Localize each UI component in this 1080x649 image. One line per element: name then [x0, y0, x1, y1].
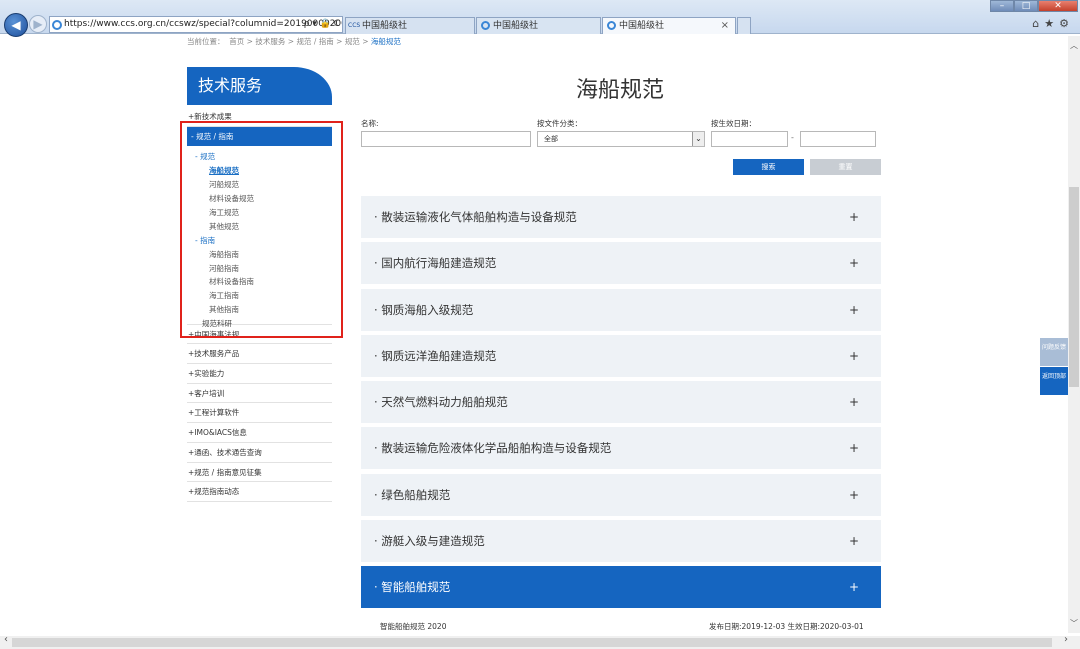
sidebar-item[interactable]: +IMO&IACS信息 [187, 423, 332, 443]
sidebar-item[interactable]: +通函、技术通告查询 [187, 443, 332, 463]
breadcrumb-item[interactable]: 规范 / 指南 [296, 37, 333, 46]
browser-toolbar-icons: ⌂★⚙ [1032, 17, 1074, 30]
breadcrumb-item[interactable]: 规范 [345, 37, 360, 46]
accordion-item[interactable]: · 钢质远洋渔船建造规范 + [361, 335, 881, 377]
accordion-item[interactable]: · 天然气燃料动力船舶规范 + [361, 381, 881, 423]
plus-icon[interactable]: + [849, 520, 859, 562]
tab-label: 中国船级社 [619, 21, 665, 31]
scroll-right-icon[interactable]: › [1064, 634, 1068, 645]
horizontal-scroll-thumb[interactable] [12, 638, 1052, 647]
maximize-button[interactable]: □ [1014, 0, 1038, 12]
date-end-input[interactable] [800, 131, 876, 147]
plus-icon[interactable]: + [849, 566, 859, 608]
tab-label: 中国船级社 [493, 21, 539, 31]
accordion-label: · 国内航行海船建造规范 [374, 256, 497, 270]
page-title: 海船规范 [575, 78, 664, 103]
plus-icon[interactable]: + [849, 242, 859, 284]
accordion-item[interactable]: · 国内航行海船建造规范 + [361, 242, 881, 284]
breadcrumb-sep: > [246, 37, 253, 46]
scroll-left-icon[interactable]: ‹ [4, 634, 8, 645]
scroll-up-icon[interactable]: ︿ [1068, 40, 1080, 51]
sidebar-item[interactable]: +工程计算软件 [187, 403, 332, 424]
accordion-label: · 绿色船舶规范 [374, 488, 451, 502]
breadcrumb: 当前位置： 首页 > 技术服务 > 规范 / 指南 > 规范 > 海船规范 [187, 36, 401, 47]
accordion-item[interactable]: · 散装运输液化气体船舶构造与设备规范 + [361, 196, 881, 238]
breadcrumb-current: 海船规范 [370, 37, 401, 46]
chevron-down-icon[interactable]: ⌄ [692, 132, 704, 146]
breadcrumb-sep: > [287, 37, 295, 46]
sidebar-header: 技术服务 [187, 67, 332, 105]
accordion-item[interactable]: · 游艇入级与建造规范 + [361, 520, 881, 562]
plus-icon[interactable]: + [849, 427, 859, 469]
favorites-star-icon[interactable]: ★ [1044, 17, 1059, 30]
ie-icon [481, 21, 490, 30]
minimize-button[interactable]: – [990, 0, 1014, 12]
feedback-button[interactable]: 问题反馈 [1040, 338, 1068, 366]
accordion-label: · 智能船舶规范 [374, 580, 451, 594]
category-select[interactable]: 全部 ⌄ [537, 131, 705, 147]
ie-icon [607, 21, 616, 30]
ccs-logo-icon: CCS [348, 22, 361, 29]
accordion-label: · 散装运输危险液体化学品船舶构造与设备规范 [374, 441, 612, 455]
accordion-item[interactable]: · 钢质海船入级规范 + [361, 289, 881, 331]
plus-icon[interactable]: + [849, 196, 859, 238]
accordion-label: · 钢质远洋渔船建造规范 [374, 349, 497, 363]
accordion-item[interactable]: · 散装运输危险液体化学品船舶构造与设备规范 + [361, 427, 881, 469]
address-tools[interactable]: ρ ▾ 🔒 C [304, 17, 340, 32]
address-bar[interactable]: https://www.ccs.org.cn/ccswz/special?col… [49, 16, 343, 33]
scroll-down-icon[interactable]: ﹀ [1068, 618, 1080, 629]
window-close-button[interactable]: ✕ [1038, 0, 1078, 12]
accordion-label: · 钢质海船入级规范 [374, 303, 474, 317]
category-value: 全部 [544, 135, 558, 143]
browser-tab-1[interactable]: CCS 中国船级社 [345, 17, 475, 34]
new-tab-button[interactable] [737, 17, 751, 34]
name-input[interactable] [361, 131, 531, 147]
tab-label: 中国船级社 [362, 21, 408, 31]
plus-icon[interactable]: + [849, 335, 859, 377]
reset-button[interactable]: 重置 [810, 159, 881, 175]
close-tab-icon[interactable]: × [721, 18, 729, 34]
plus-icon[interactable]: + [849, 474, 859, 516]
vertical-scroll-thumb[interactable] [1069, 187, 1079, 387]
date-label: 按生效日期： [711, 119, 756, 128]
forward-button[interactable]: ▶ [29, 15, 47, 33]
back-button[interactable]: ◀ [4, 13, 28, 37]
document-link[interactable]: 智能船舶规范 2020 [380, 621, 446, 632]
name-label: 名称: [361, 119, 379, 128]
back-to-top-button[interactable]: 返回顶部 [1040, 367, 1068, 395]
sidebar-item[interactable]: +规范 / 指南意见征集 [187, 463, 332, 483]
browser-tab-3-active[interactable]: 中国船级社 × [602, 17, 736, 34]
breadcrumb-sep: > [362, 37, 369, 46]
sidebar-item[interactable]: +规范指南动态 [187, 482, 332, 502]
category-label: 按文件分类： [537, 119, 582, 128]
sidebar-item[interactable]: +技术服务产品 [187, 344, 332, 365]
search-button[interactable]: 搜索 [733, 159, 804, 175]
date-start-input[interactable] [711, 131, 788, 147]
document-dates: 发布日期:2019-12-03 生效日期:2020-03-01 [709, 622, 864, 631]
highlight-box [180, 121, 343, 338]
browser-chrome: ◀ ▶ https://www.ccs.org.cn/ccswz/special… [0, 0, 1080, 37]
window-controls: – □ ✕ [990, 0, 1078, 12]
home-icon[interactable]: ⌂ [1032, 17, 1044, 30]
browser-tab-2[interactable]: 中国船级社 [476, 17, 601, 34]
breadcrumb-prefix: 当前位置： [187, 37, 225, 46]
sidebar-item[interactable]: +客户培训 [187, 384, 332, 404]
ie-icon [52, 20, 62, 30]
accordion-label: · 游艇入级与建造规范 [374, 534, 485, 548]
plus-icon[interactable]: + [849, 381, 859, 423]
accordion-label: · 散装运输液化气体船舶构造与设备规范 [374, 210, 577, 224]
sidebar-item[interactable]: +实验能力 [187, 364, 332, 384]
gear-icon[interactable]: ⚙ [1059, 17, 1074, 30]
breadcrumb-item[interactable]: 首页 [229, 37, 244, 46]
breadcrumb-item[interactable]: 技术服务 [255, 37, 285, 46]
breadcrumb-sep: > [336, 37, 343, 46]
accordion-item-active[interactable]: · 智能船舶规范 + [361, 566, 881, 608]
date-separator: - [791, 133, 794, 142]
accordion-item[interactable]: · 绿色船舶规范 + [361, 474, 881, 516]
plus-icon[interactable]: + [849, 289, 859, 331]
accordion-label: · 天然气燃料动力船舶规范 [374, 395, 508, 409]
address-url: https://www.ccs.org.cn/ccswz/special?col… [64, 19, 343, 29]
